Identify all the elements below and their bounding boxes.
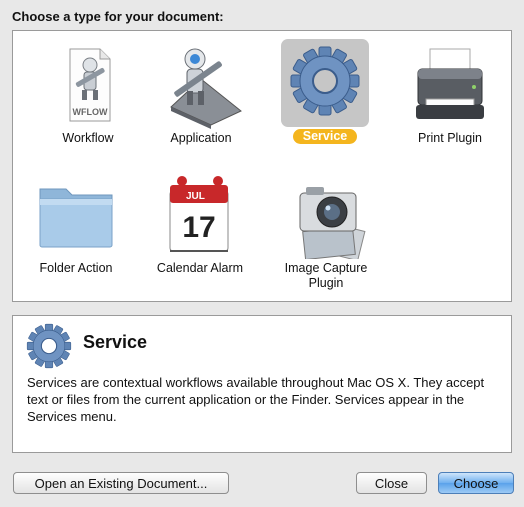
calendar-icon: JUL 17 — [156, 171, 244, 259]
close-button[interactable]: Close — [356, 472, 427, 494]
open-existing-document-button[interactable]: Open an Existing Document... — [13, 472, 229, 494]
prompt-label: Choose a type for your document: — [12, 9, 224, 24]
application-icon — [157, 41, 245, 129]
type-label: Folder Action — [39, 261, 113, 275]
type-workflow[interactable]: WFLOW Workflow — [43, 41, 133, 146]
description-panel: Service Services are contextual workflow… — [12, 315, 512, 453]
document-type-grid: WFLOW Workflow Application Service Print… — [12, 30, 512, 302]
camera-icon — [282, 171, 370, 262]
type-print-plugin[interactable]: Print Plugin — [405, 41, 495, 146]
calendar-day-text: 17 — [182, 211, 215, 244]
description-title: Service — [83, 332, 148, 352]
printer-icon — [406, 41, 494, 129]
service-gear-icon — [281, 39, 369, 127]
type-label: Service — [292, 129, 358, 144]
folder-icon — [32, 171, 120, 259]
workflow-badge-text: WFLOW — [73, 107, 108, 117]
description-gear-icon — [25, 322, 73, 370]
type-image-capture-plugin[interactable]: Image Capture Plugin — [281, 171, 371, 291]
type-label: Application — [170, 131, 232, 145]
calendar-month-text: JUL — [186, 191, 205, 202]
description-body: Services are contextual workflows availa… — [27, 375, 485, 424]
type-label: Print Plugin — [418, 131, 482, 145]
type-service[interactable]: Service — [280, 39, 370, 145]
type-folder-action[interactable]: Folder Action — [31, 171, 121, 276]
type-calendar-alarm[interactable]: JUL 17 Calendar Alarm — [155, 171, 245, 276]
type-label: Calendar Alarm — [156, 261, 244, 275]
type-label: Image Capture Plugin — [284, 261, 368, 290]
workflow-icon: WFLOW — [44, 41, 132, 129]
type-application[interactable]: Application — [156, 41, 246, 146]
choose-button[interactable]: Choose — [438, 472, 514, 494]
type-label: Workflow — [62, 131, 114, 145]
